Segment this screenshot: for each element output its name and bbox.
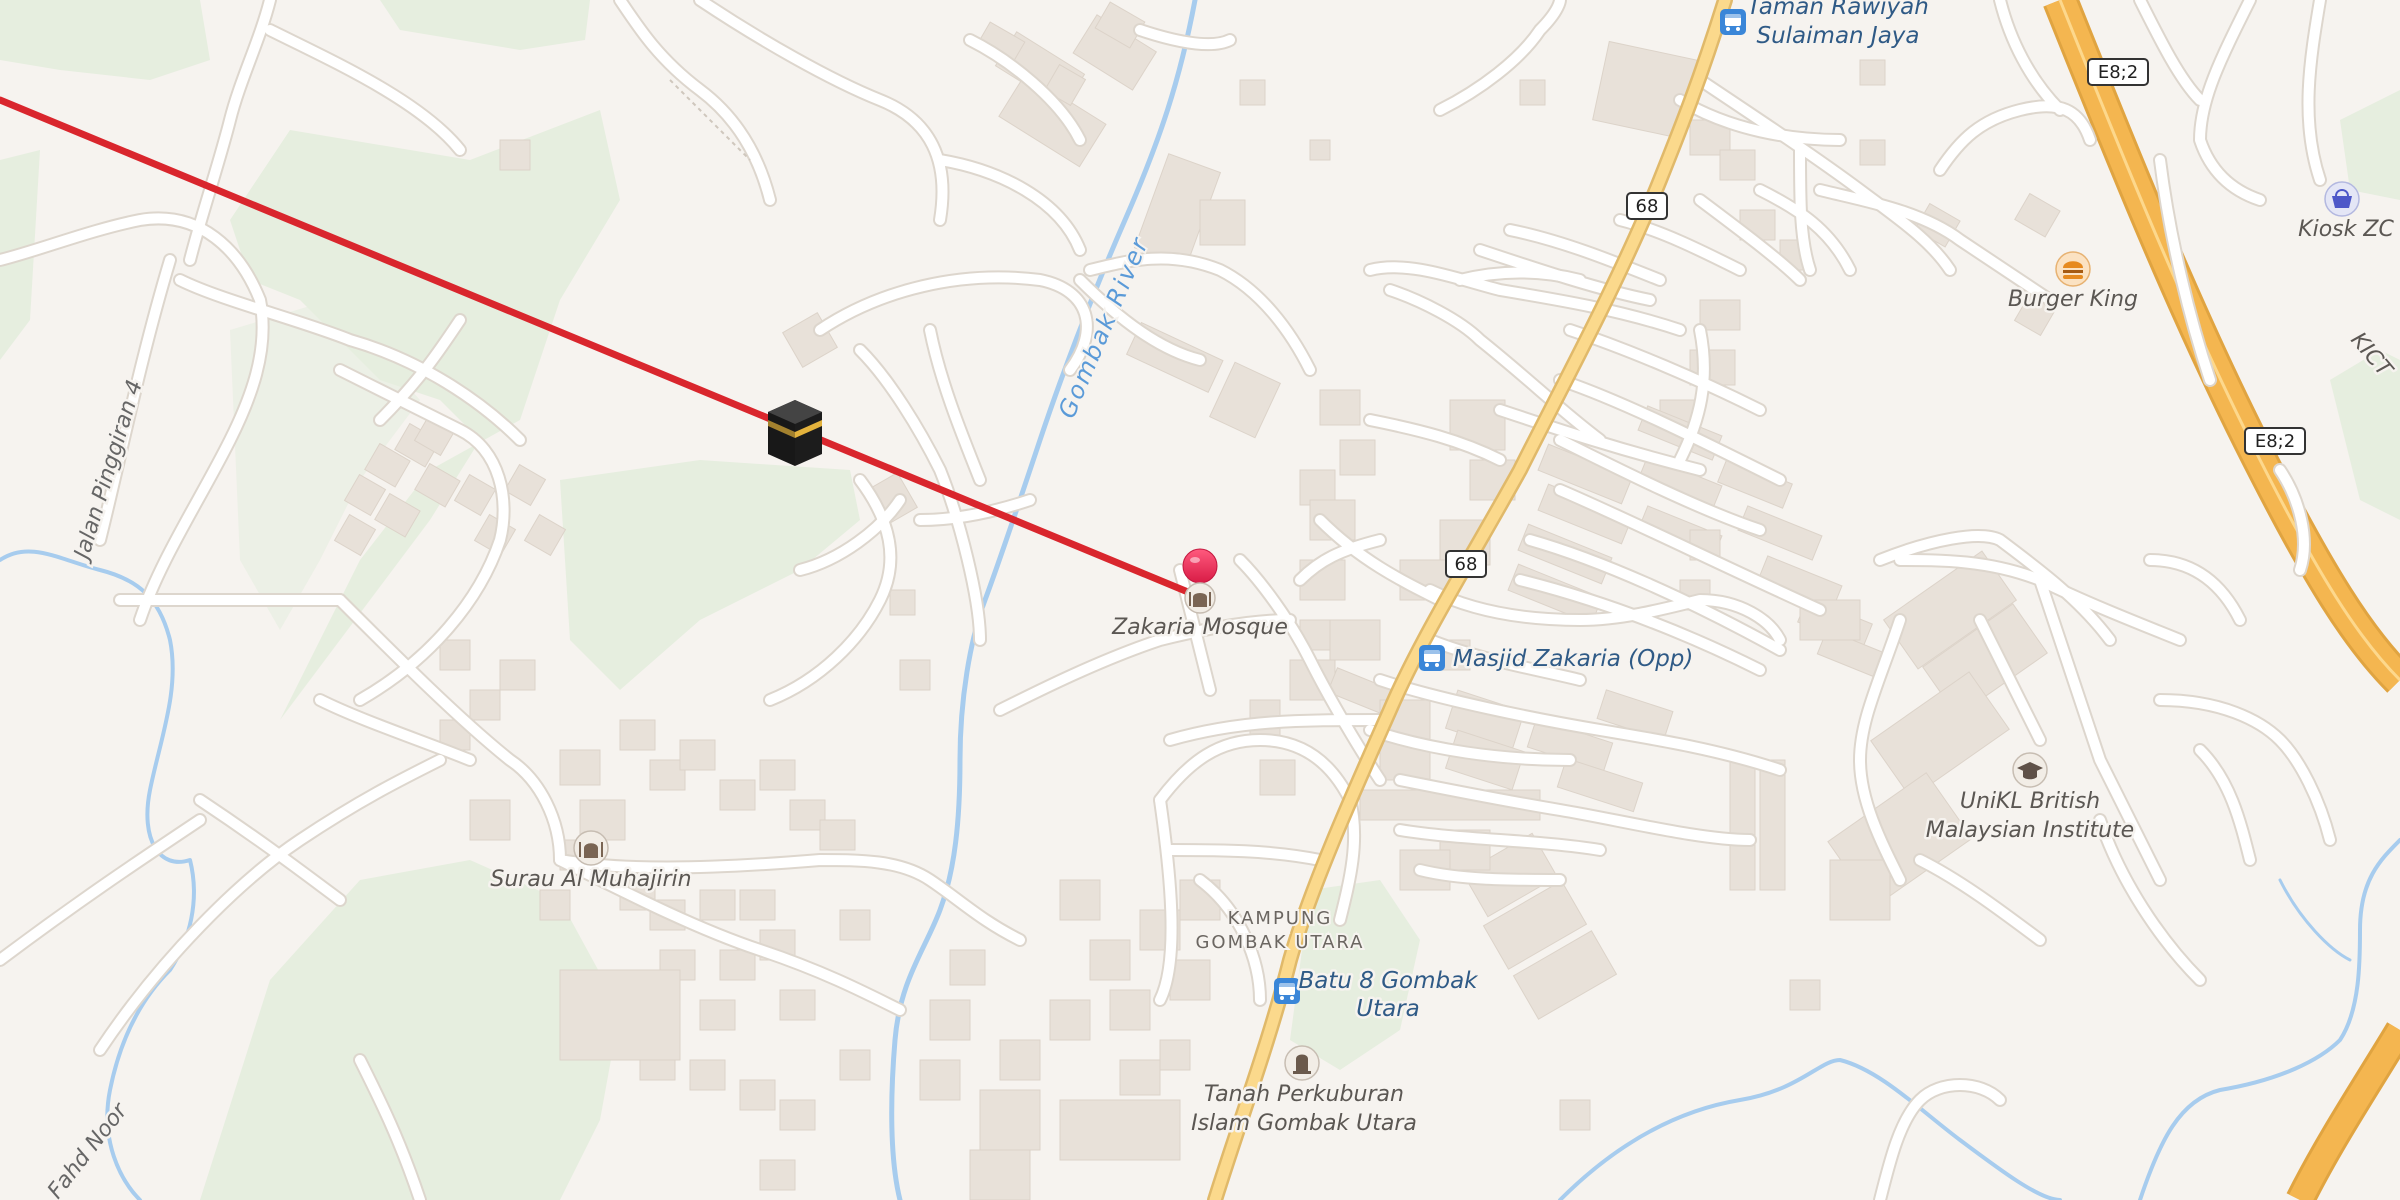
place-label-cemetery-line2[interactable]: Islam Gombak Utara <box>1189 1109 1420 1139</box>
shopping-basket-icon[interactable] <box>2324 181 2360 217</box>
place-label-zakaria-mosque[interactable]: Zakaria Mosque <box>1109 613 1291 643</box>
cemetery-icon[interactable] <box>1284 1045 1320 1081</box>
bus-stop-icon[interactable] <box>1274 978 1300 1004</box>
bus-stop-label-taman-line2[interactable]: Sulaiman Jaya <box>1754 21 1922 52</box>
mosque-icon[interactable] <box>573 830 609 866</box>
place-label-unikl[interactable]: UniKL British <box>1957 787 2102 817</box>
svg-text:68: 68 <box>1455 554 1478 575</box>
place-label-unikl-line2[interactable]: Malaysian Institute <box>1923 816 2136 846</box>
bus-stop-label-taman[interactable]: Taman Rawiyah <box>1745 0 1932 23</box>
map-canvas[interactable]: 68 68 E8;2 E8;2 Zakaria Mosque Surau Al … <box>0 0 2400 1200</box>
svg-text:E8;2: E8;2 <box>2098 62 2138 83</box>
route-shield-e8: E8;2 <box>2087 58 2149 86</box>
burger-icon[interactable] <box>2055 251 2091 287</box>
bus-stop-icon[interactable] <box>1720 9 1746 35</box>
place-label-kiosk[interactable]: Kiosk ZC <box>2296 215 2397 245</box>
graduation-cap-icon[interactable] <box>2012 752 2048 788</box>
route-shield-68: 68 <box>1445 550 1487 578</box>
kaaba-icon[interactable] <box>768 400 822 466</box>
mosque-icon[interactable] <box>1184 582 1216 614</box>
bus-stop-label-masjid-zakaria[interactable]: Masjid Zakaria (Opp) <box>1451 644 1696 675</box>
bus-stop-label-batu8[interactable]: Batu 8 Gombak <box>1296 966 1482 997</box>
svg-text:E8;2: E8;2 <box>2255 431 2295 452</box>
area-label-gombak-utara: GOMBAK UTARA <box>1195 932 1364 953</box>
route-shield-68: 68 <box>1626 192 1668 220</box>
place-label-surau[interactable]: Surau Al Muhajirin <box>488 865 694 895</box>
place-label-cemetery[interactable]: Tanah Perkuburan <box>1202 1080 1407 1110</box>
area-label-kampung: KAMPUNG <box>1228 908 1333 929</box>
bus-stop-icon[interactable] <box>1419 645 1445 671</box>
route-shield-e8: E8;2 <box>2244 427 2306 455</box>
place-label-burger-king[interactable]: Burger King <box>2005 285 2140 315</box>
svg-text:68: 68 <box>1636 196 1659 217</box>
bus-stop-label-batu8-line2[interactable]: Utara <box>1354 994 1423 1025</box>
